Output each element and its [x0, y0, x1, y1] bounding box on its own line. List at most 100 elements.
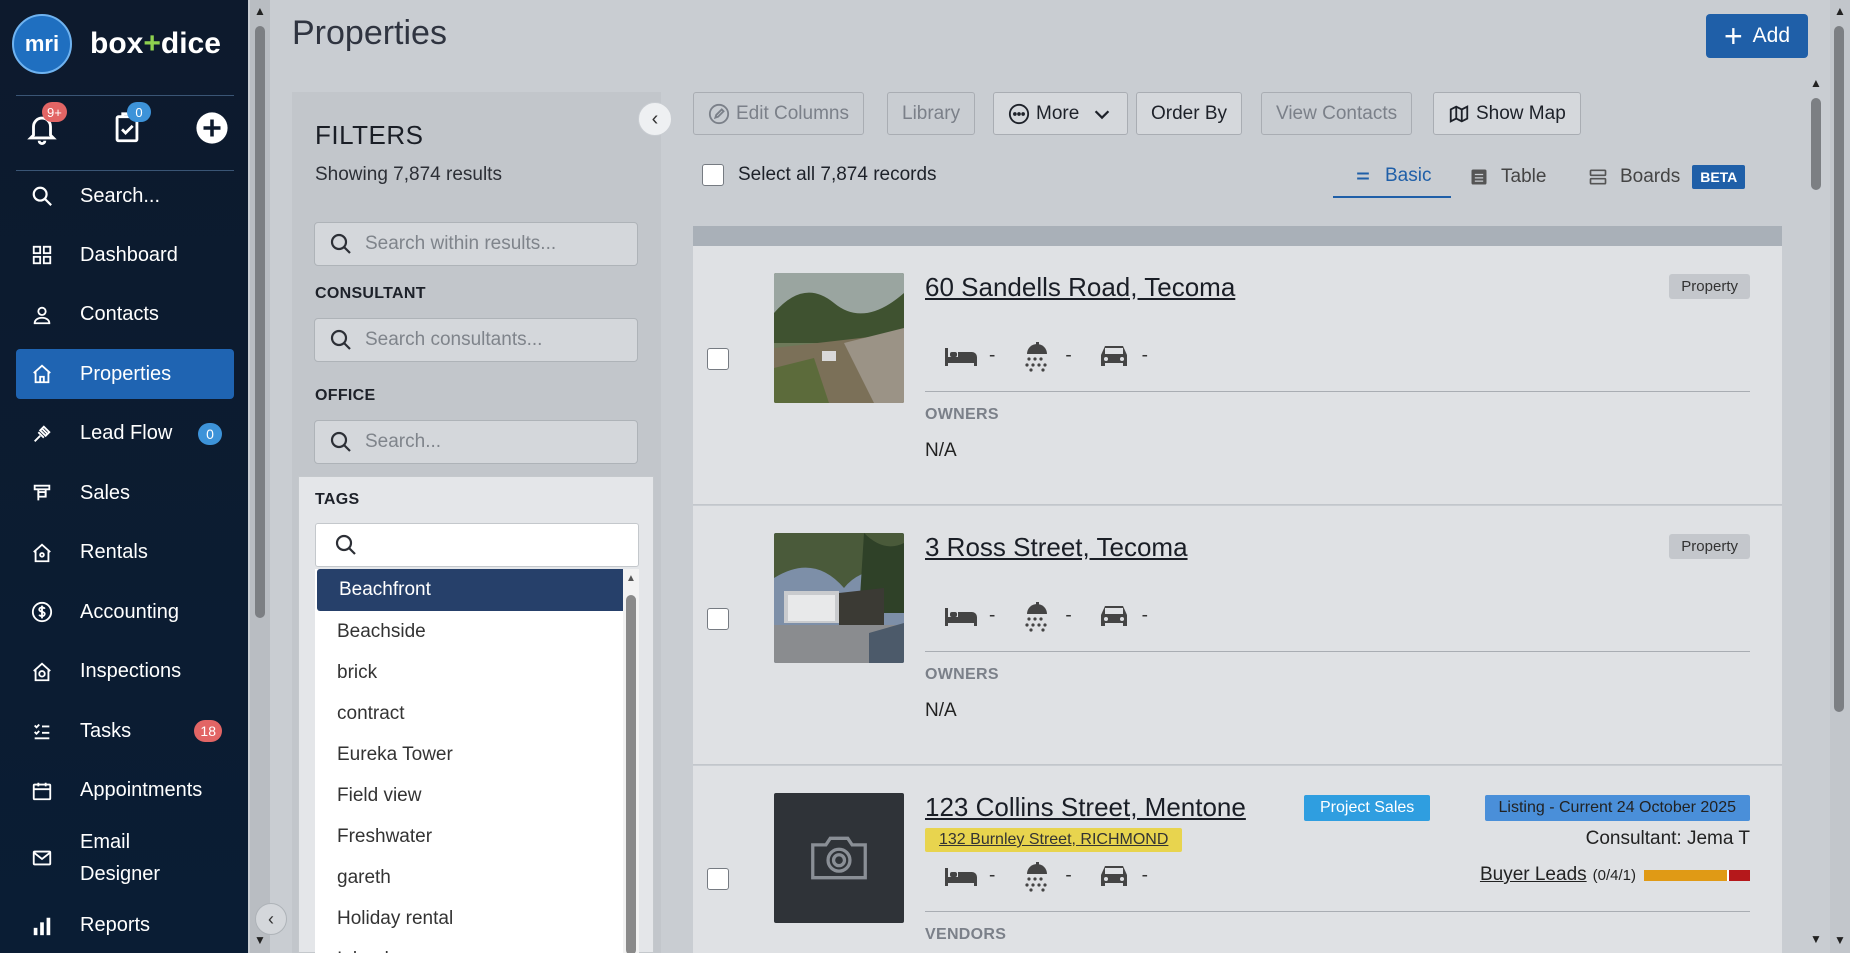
bedrooms-value: - — [989, 345, 996, 366]
sidebar-scrollbar[interactable]: ▲ ▼ — [250, 0, 270, 953]
nav-item-dashboard[interactable]: Dashboard — [16, 230, 234, 280]
library-button[interactable]: Library — [887, 92, 976, 135]
nav-search-label: Search... — [80, 184, 161, 207]
page-scrollbar[interactable]: ▲ ▼ — [1830, 0, 1850, 953]
nav-label: Reports — [80, 914, 151, 936]
results-scrollbar[interactable]: ▲ ▼ — [1807, 70, 1825, 950]
row-checkbox[interactable] — [707, 608, 729, 630]
nav-item-contacts[interactable]: Contacts — [16, 290, 234, 340]
nav-label: Appointments — [80, 779, 203, 801]
tab-basic[interactable]: Basic — [1333, 156, 1452, 198]
project-address-link[interactable]: 132 Burnley Street, RICHMOND — [925, 828, 1183, 852]
nav-label: Dashboard — [80, 243, 178, 266]
property-card: 3 Ross Street, Tecoma Property - - - OWN… — [693, 506, 1782, 765]
lead-flow-badge: 0 — [198, 422, 222, 445]
bed-icon — [945, 608, 977, 626]
office-search-input[interactable]: Search... — [314, 420, 638, 464]
car-icon — [1100, 606, 1127, 626]
consultant-search-input[interactable]: Search consultants... — [314, 318, 638, 362]
tag-option[interactable]: gareth — [315, 857, 639, 898]
more-dots-icon — [1008, 103, 1030, 124]
nav-search[interactable]: Search... — [16, 171, 234, 221]
scrollbar-thumb[interactable] — [626, 595, 636, 953]
property-address-link[interactable]: 3 Ross Street, Tecoma — [925, 532, 1188, 563]
tag-option[interactable]: Holiday rental — [315, 898, 639, 939]
tag-search-input[interactable] — [315, 523, 639, 567]
property-photo[interactable] — [774, 273, 904, 403]
scroll-down-icon[interactable]: ▼ — [1830, 933, 1850, 949]
nav-item-properties[interactable]: Properties — [16, 349, 234, 399]
row-checkbox[interactable] — [707, 348, 729, 370]
collapse-filters-button[interactable]: ‹ — [638, 102, 672, 136]
tag-option[interactable]: Beachfront — [317, 569, 637, 611]
scroll-up-icon[interactable]: ▲ — [250, 4, 270, 20]
scroll-down-icon[interactable]: ▼ — [1807, 932, 1825, 948]
nav-item-sales[interactable]: Sales — [16, 468, 234, 518]
tag-option[interactable]: Field view — [315, 775, 639, 816]
bed-icon — [945, 868, 977, 886]
create-button[interactable] — [192, 108, 232, 148]
select-all[interactable]: Select all 7,874 records — [702, 164, 937, 186]
nav-item-reports[interactable]: Reports — [16, 901, 234, 951]
scroll-up-icon[interactable]: ▲ — [1830, 4, 1850, 20]
nav-item-lead-flow[interactable]: Lead Flow 0 — [16, 409, 234, 459]
property-photo-placeholder[interactable] — [774, 793, 904, 923]
chevron-left-icon: ‹ — [651, 107, 659, 130]
order-by-label: Order By — [1151, 102, 1228, 124]
tag-option[interactable]: Beachside — [315, 611, 639, 652]
shower-icon — [1025, 862, 1048, 892]
nav-label: Sales — [80, 481, 131, 504]
property-address-link[interactable]: 60 Sandells Road, Tecoma — [925, 272, 1235, 303]
more-button[interactable]: More — [993, 92, 1129, 135]
tag-list-scrollbar[interactable]: ▲ — [623, 569, 639, 953]
car-icon — [1100, 346, 1127, 366]
bedrooms: - — [943, 600, 995, 632]
chevron-down-icon — [1095, 109, 1110, 119]
person-icon — [30, 303, 54, 327]
search-within-results-input[interactable]: Search within results... — [314, 222, 638, 266]
tab-boards[interactable]: Boards BETA — [1588, 156, 1746, 198]
property-type-badge: Property — [1669, 274, 1750, 299]
scrollbar-thumb[interactable] — [1834, 26, 1844, 712]
filters-title: FILTERS — [315, 120, 424, 150]
nav-label: Tasks — [80, 719, 132, 742]
collapse-sidebar-button[interactable]: ‹ — [255, 903, 287, 935]
scroll-down-icon[interactable]: ▼ — [250, 933, 270, 949]
scroll-up-icon[interactable]: ▲ — [1807, 76, 1825, 92]
tag-option[interactable]: Freshwater — [315, 816, 639, 857]
property-address-link[interactable]: 123 Collins Street, Mentone — [925, 792, 1246, 823]
tasks-quick-button[interactable]: 0 — [107, 102, 151, 148]
bathrooms-value: - — [1065, 605, 1072, 626]
add-button[interactable]: + Add — [1706, 14, 1808, 58]
tasks-icon — [30, 719, 54, 743]
scrollbar-thumb[interactable] — [1811, 98, 1821, 190]
owners-label: OWNERS — [925, 406, 999, 423]
nav-item-accounting[interactable]: Accounting — [16, 587, 234, 637]
show-map-button[interactable]: Show Map — [1433, 92, 1581, 135]
row-checkbox[interactable] — [707, 868, 729, 890]
scroll-up-icon[interactable]: ▲ — [626, 573, 636, 584]
nav-item-appointments[interactable]: Appointments — [16, 766, 234, 816]
property-features: - - - — [943, 340, 1172, 372]
car-icon — [1100, 866, 1127, 886]
nav-item-rentals[interactable]: Rentals — [16, 528, 234, 578]
buyer-leads-link[interactable]: Buyer Leads — [1480, 864, 1587, 886]
nav-item-tasks[interactable]: Tasks 18 — [16, 706, 234, 756]
tag-option[interactable]: Inland — [315, 939, 639, 953]
property-photo[interactable] — [774, 533, 904, 663]
tag-option[interactable]: Eureka Tower — [315, 734, 639, 775]
bedrooms: - — [943, 340, 995, 372]
car-spaces-value: - — [1141, 865, 1148, 886]
edit-columns-button[interactable]: Edit Columns — [693, 92, 864, 135]
view-contacts-button[interactable]: View Contacts — [1261, 92, 1413, 135]
app-logo[interactable]: mri box+dice — [12, 14, 221, 74]
notifications-button[interactable]: 9+ — [22, 102, 67, 148]
scrollbar-thumb[interactable] — [255, 26, 265, 618]
tab-table[interactable]: Table — [1469, 156, 1546, 198]
nav-item-email-designer[interactable]: Email Designer — [16, 825, 234, 891]
tag-option[interactable]: brick — [315, 652, 639, 693]
nav-item-inspections[interactable]: Inspections — [16, 647, 234, 697]
order-by-button[interactable]: Order By — [1136, 92, 1243, 135]
tag-option[interactable]: contract — [315, 693, 639, 734]
select-all-checkbox[interactable] — [702, 164, 724, 186]
